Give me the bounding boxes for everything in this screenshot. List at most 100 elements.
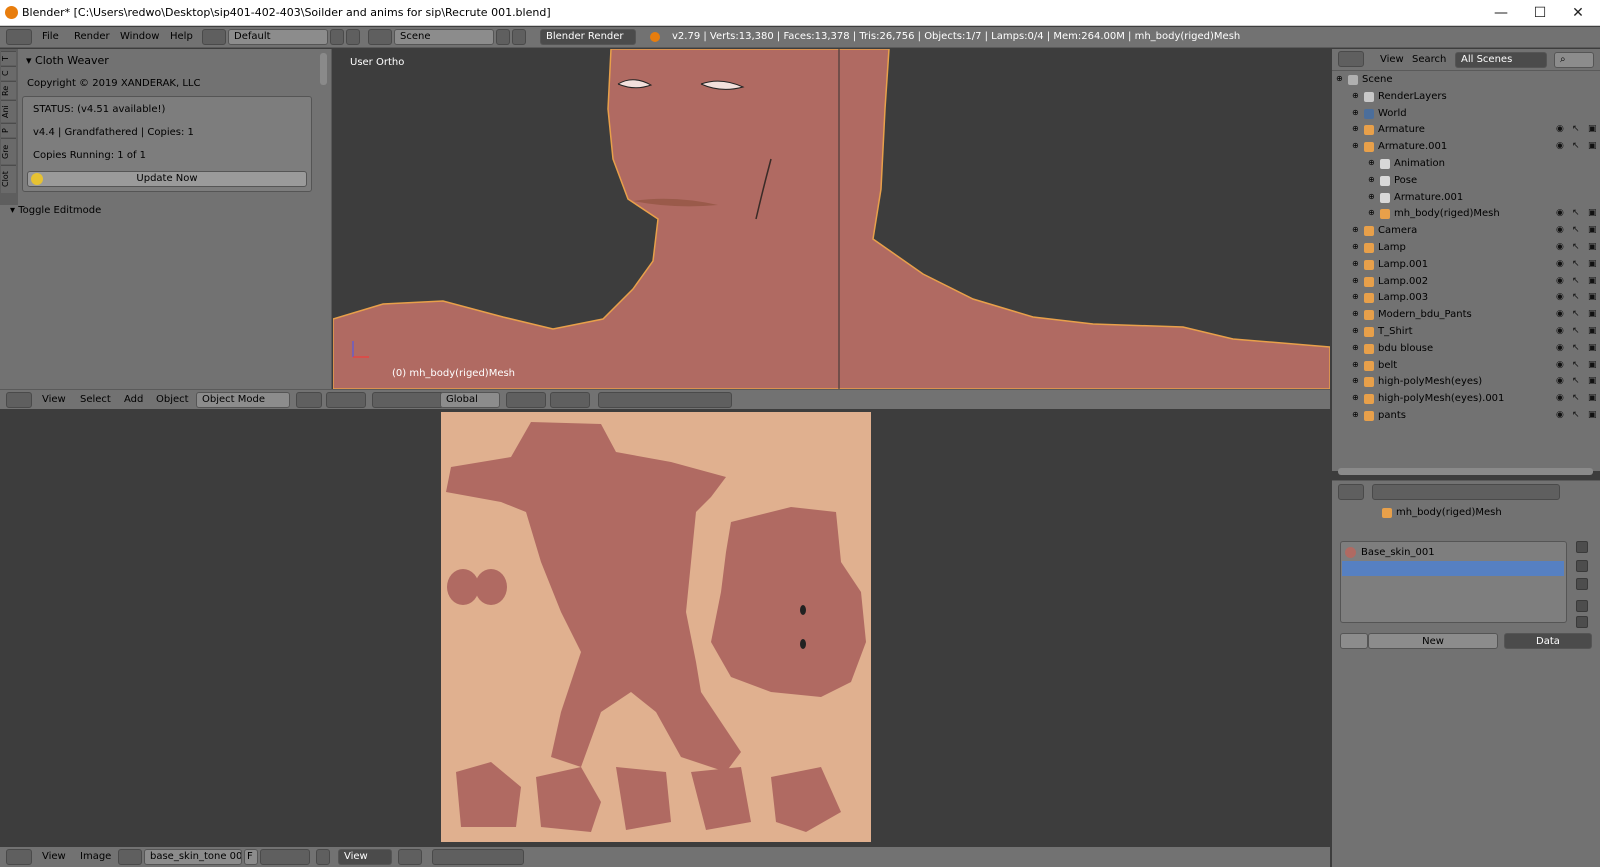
eye-icon[interactable]: ◉ [1556,309,1564,319]
camera-icon[interactable]: ▣ [1588,292,1597,302]
material-slot-selected[interactable] [1342,561,1564,576]
image-view-mode-dropdown[interactable]: View [338,849,392,865]
expand-toggle-icon[interactable]: ⊕ [1352,410,1359,419]
outliner-row[interactable]: ⊕ mh_body(riged)Mesh ◉ ↖ ▣ [1332,206,1600,222]
layout-remove-button[interactable] [346,29,360,45]
layout-selector[interactable]: Default [228,29,328,45]
outliner-row[interactable]: ⊕ T_Shirt ◉ ↖ ▣ [1332,324,1600,340]
menu-file[interactable]: File [42,31,59,42]
outliner-row[interactable]: ⊕ Lamp.002 ◉ ↖ ▣ [1332,274,1600,290]
outliner-row[interactable]: ⊕ high-polyMesh(eyes) ◉ ↖ ▣ [1332,374,1600,390]
remove-slot-button[interactable] [1576,560,1588,572]
cursor-icon[interactable]: ↖ [1572,276,1580,286]
expand-toggle-icon[interactable]: ⊕ [1352,292,1359,301]
expand-toggle-icon[interactable]: ⊕ [1352,91,1359,100]
tab-tools[interactable]: T [1,51,16,65]
eye-icon[interactable]: ◉ [1556,124,1564,134]
cursor-icon[interactable]: ↖ [1572,259,1580,269]
eye-icon[interactable]: ◉ [1556,376,1564,386]
outliner-row[interactable]: ⊕ RenderLayers [1332,89,1600,105]
outliner-row[interactable]: ⊕ Animation [1332,156,1600,172]
pivot-button[interactable] [326,392,366,408]
outliner-row[interactable]: ⊕ Camera ◉ ↖ ▣ [1332,223,1600,239]
outliner-row[interactable]: ⊕ Pose [1332,173,1600,189]
menu-render[interactable]: Render [74,31,110,42]
outliner-row[interactable]: ⊕ belt ◉ ↖ ▣ [1332,358,1600,374]
outliner-display-dropdown[interactable]: All Scenes [1455,52,1547,68]
shading-button[interactable] [296,392,322,408]
eye-icon[interactable]: ◉ [1556,326,1564,336]
outliner-row[interactable]: ⊕ World [1332,106,1600,122]
scene-icon-button[interactable] [368,29,392,45]
eye-icon[interactable]: ◉ [1556,208,1564,218]
tab-grease-pencil[interactable]: Gre [1,138,16,164]
move-slot-down-button[interactable] [1576,616,1588,628]
eye-icon[interactable]: ◉ [1556,393,1564,403]
eye-icon[interactable]: ◉ [1556,292,1564,302]
outliner-row[interactable]: ⊕ high-polyMesh(eyes).001 ◉ ↖ ▣ [1332,391,1600,407]
expand-toggle-icon[interactable]: ⊕ [1352,108,1359,117]
cursor-icon[interactable]: ↖ [1572,225,1580,235]
camera-icon[interactable]: ▣ [1588,326,1597,336]
close-button[interactable]: ✕ [1555,0,1600,26]
camera-icon[interactable]: ▣ [1588,410,1597,420]
menu-add-3d[interactable]: Add [124,394,143,405]
outliner-row[interactable]: ⊕ Armature.001 [1332,190,1600,206]
pivot-image-button[interactable] [398,849,422,865]
expand-toggle-icon[interactable]: ⊕ [1352,393,1359,402]
image-browse-button[interactable] [118,849,142,865]
editor-type-button-3d[interactable] [6,392,32,408]
3d-viewport[interactable] [333,49,1330,389]
editor-type-button-outliner[interactable] [1338,51,1364,67]
outliner-search-field[interactable]: ⌕ [1554,52,1594,68]
orientation-dropdown[interactable]: Global [440,392,500,408]
outliner-row[interactable]: ⊕ Armature.001 ◉ ↖ ▣ [1332,139,1600,155]
mode-dropdown[interactable]: Object Mode [196,392,290,408]
material-browse-button[interactable] [1340,633,1368,649]
menu-image[interactable]: Image [80,851,111,862]
image-channel-buttons[interactable] [432,849,524,865]
camera-icon[interactable]: ▣ [1588,124,1597,134]
camera-icon[interactable]: ▣ [1588,208,1597,218]
expand-toggle-icon[interactable]: ⊕ [1352,141,1359,150]
menu-view-3d[interactable]: View [42,394,66,405]
expand-toggle-icon[interactable]: ⊕ [1352,376,1359,385]
cursor-icon[interactable]: ↖ [1572,309,1580,319]
editor-type-button-image[interactable] [6,849,32,865]
outliner-row[interactable]: ⊕ Lamp.001 ◉ ↖ ▣ [1332,257,1600,273]
cursor-icon[interactable]: ↖ [1572,141,1580,151]
editor-type-button-properties[interactable] [1338,484,1364,500]
eye-icon[interactable]: ◉ [1556,225,1564,235]
outliner-row[interactable]: ⊕ Scene [1332,72,1600,88]
expand-toggle-icon[interactable]: ⊕ [1352,309,1359,318]
camera-icon[interactable]: ▣ [1588,242,1597,252]
expand-toggle-icon[interactable]: ⊕ [1368,158,1375,167]
expand-toggle-icon[interactable]: ⊕ [1352,276,1359,285]
camera-icon[interactable]: ▣ [1588,360,1597,370]
render-engine-dropdown[interactable]: Blender Render [540,29,636,45]
outliner-row[interactable]: ⊕ bdu blouse ◉ ↖ ▣ [1332,341,1600,357]
menu-object-3d[interactable]: Object [156,394,189,405]
camera-icon[interactable]: ▣ [1588,309,1597,319]
viewport-snap-tools[interactable] [598,392,732,408]
expand-toggle-icon[interactable]: ⊕ [1352,326,1359,335]
expand-toggle-icon[interactable]: ⊕ [1352,242,1359,251]
new-material-button[interactable]: New [1368,633,1498,649]
camera-icon[interactable]: ▣ [1588,259,1597,269]
expand-toggle-icon[interactable]: ⊕ [1368,208,1375,217]
add-slot-button[interactable] [1576,541,1588,553]
eye-icon[interactable]: ◉ [1556,242,1564,252]
cursor-icon[interactable]: ↖ [1572,292,1580,302]
image-name-field[interactable]: base_skin_tone 00... [144,849,242,865]
link-data-dropdown[interactable]: Data [1504,633,1592,649]
cursor-icon[interactable]: ↖ [1572,343,1580,353]
eye-icon[interactable]: ◉ [1556,343,1564,353]
camera-icon[interactable]: ▣ [1588,343,1597,353]
cursor-icon[interactable]: ↖ [1572,326,1580,336]
update-now-button[interactable]: Update Now [27,171,307,187]
eye-icon[interactable]: ◉ [1556,276,1564,286]
expand-toggle-icon[interactable]: ⊕ [1352,343,1359,352]
tool-shelf-scrollbar[interactable] [320,53,327,85]
tab-physics[interactable]: P [1,123,16,137]
fake-user-toggle[interactable]: F [244,849,258,865]
